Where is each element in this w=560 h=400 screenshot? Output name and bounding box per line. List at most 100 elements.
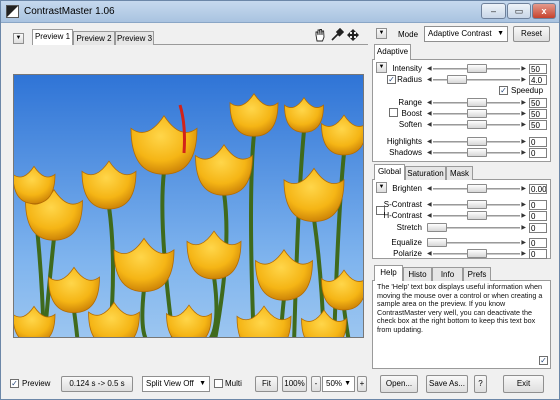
mode-menu-icon[interactable]: ▼ <box>376 28 387 39</box>
help-button[interactable]: ? <box>474 375 487 393</box>
chevron-left-icon[interactable]: ◀ <box>427 184 432 194</box>
chevron-left-icon[interactable]: ◀ <box>427 249 432 259</box>
tab-preview-2[interactable]: Preview 2 <box>73 31 115 45</box>
zoom-100-button[interactable]: 100% <box>282 376 307 392</box>
slider-polarize[interactable]: ◀ ▶ <box>427 249 526 259</box>
minimize-button[interactable]: – <box>481 3 506 19</box>
slider-intensity[interactable]: ◀ ▶ <box>427 64 526 74</box>
chevron-right-icon[interactable]: ▶ <box>521 120 526 130</box>
slider-highlights-thumb[interactable] <box>466 137 487 146</box>
chevron-left-icon[interactable]: ◀ <box>427 137 432 147</box>
slider-brighten-thumb[interactable] <box>466 184 487 193</box>
chevron-right-icon[interactable]: ▶ <box>521 98 526 108</box>
chevron-left-icon[interactable]: ◀ <box>427 64 432 74</box>
slider-stretch-thumb[interactable] <box>427 223 448 232</box>
slider-intensity-thumb[interactable] <box>466 64 487 73</box>
slider-stretch[interactable]: ◀▶ <box>427 223 526 233</box>
move-icon[interactable] <box>346 28 360 42</box>
window-title: ContrastMaster 1.06 <box>24 6 115 17</box>
slider-equalize[interactable]: ◀▶ <box>427 238 526 248</box>
chevron-left-icon[interactable]: ◀ <box>427 75 432 85</box>
chevron-right-icon[interactable]: ▶ <box>521 223 526 233</box>
slider-boost[interactable]: ◀ ▶ <box>427 109 526 119</box>
slider-brighten[interactable]: ◀ ▶ <box>427 184 526 194</box>
value-h-contrast[interactable]: 0 <box>529 211 547 221</box>
split-view-select[interactable]: Split View Off ▼ <box>142 376 210 392</box>
slider-equalize-thumb[interactable] <box>427 238 448 247</box>
close-button[interactable]: x <box>532 3 556 19</box>
value-boost[interactable]: 50 <box>529 109 547 119</box>
zoom-in-button[interactable]: + <box>357 376 367 392</box>
value-s-contrast[interactable]: 0 <box>529 200 547 210</box>
chevron-left-icon[interactable]: ◀ <box>427 98 432 108</box>
value-soften[interactable]: 50 <box>529 120 547 130</box>
tab-info[interactable]: Info <box>432 267 463 281</box>
slider-range[interactable]: ◀ ▶ <box>427 98 526 108</box>
slider-radius[interactable]: ◀ ▶ <box>427 75 526 85</box>
hand-icon[interactable] <box>313 28 327 42</box>
chevron-right-icon[interactable]: ▶ <box>521 148 526 158</box>
slider-shadows-thumb[interactable] <box>466 148 487 157</box>
slider-range-thumb[interactable] <box>466 98 487 107</box>
chevron-left-icon[interactable]: ◀ <box>427 148 432 158</box>
zoom-out-button[interactable]: - <box>311 376 321 392</box>
slider-polarize-thumb[interactable] <box>466 249 487 258</box>
value-radius[interactable]: 4.0 <box>529 75 547 85</box>
slider-boost-thumb[interactable] <box>466 109 487 118</box>
tab-saturation[interactable]: Saturation <box>405 166 446 180</box>
slider-highlights[interactable]: ◀ ▶ <box>427 137 526 147</box>
chevron-right-icon[interactable]: ▶ <box>521 75 526 85</box>
preview-menu-icon[interactable]: ▼ <box>13 33 24 44</box>
mode-select[interactable]: Adaptive Contrast ▼ <box>424 26 508 42</box>
tab-preview-1[interactable]: Preview 1 <box>32 29 73 45</box>
chevron-right-icon[interactable]: ▶ <box>521 137 526 147</box>
save-as-button[interactable]: Save As... <box>426 375 468 393</box>
tab-preview-3[interactable]: Preview 3 <box>115 31 154 45</box>
chevron-right-icon[interactable]: ▶ <box>521 200 526 210</box>
slider-s-contrast-thumb[interactable] <box>466 200 487 209</box>
value-shadows[interactable]: 0 <box>529 148 547 158</box>
chevron-right-icon[interactable]: ▶ <box>521 211 526 221</box>
chevron-left-icon[interactable]: ◀ <box>427 211 432 221</box>
tab-histo[interactable]: Histo <box>403 267 432 281</box>
value-highlights[interactable]: 0 <box>529 137 547 147</box>
speedup-checkbox[interactable]: ✓ <box>499 86 508 95</box>
reset-button[interactable]: Reset <box>513 26 550 42</box>
slider-radius-thumb[interactable] <box>447 75 468 84</box>
tab-global[interactable]: Global <box>374 164 405 180</box>
preview-checkbox[interactable]: ✓ <box>10 379 19 388</box>
fit-button[interactable]: Fit <box>255 376 278 392</box>
exit-button[interactable]: Exit <box>503 375 544 393</box>
slider-h-contrast-thumb[interactable] <box>466 211 487 220</box>
chevron-left-icon[interactable]: ◀ <box>427 109 432 119</box>
chevron-left-icon[interactable]: ◀ <box>427 200 432 210</box>
preview-image[interactable] <box>13 74 364 338</box>
tab-prefs[interactable]: Prefs <box>463 267 491 281</box>
chevron-left-icon[interactable]: ◀ <box>427 120 432 130</box>
multi-checkbox[interactable] <box>214 379 223 388</box>
tab-help[interactable]: Help <box>374 265 403 281</box>
slider-s-contrast[interactable]: ◀ ▶ <box>427 200 526 210</box>
value-brighten[interactable]: 0.00 <box>529 184 547 194</box>
value-intensity[interactable]: 50 <box>529 64 547 74</box>
eyedropper-icon[interactable] <box>330 27 345 42</box>
slider-h-contrast[interactable]: ◀ ▶ <box>427 211 526 221</box>
tab-mask[interactable]: Mask <box>446 166 473 180</box>
value-range[interactable]: 50 <box>529 98 547 108</box>
tab-adaptive[interactable]: Adaptive <box>374 44 411 60</box>
value-equalize[interactable]: 0 <box>529 238 547 248</box>
zoom-select[interactable]: 50% ▼ <box>322 376 355 392</box>
open-button[interactable]: Open... <box>380 375 418 393</box>
help-update-checkbox[interactable]: ✓ <box>539 356 548 365</box>
slider-shadows[interactable]: ◀ ▶ <box>427 148 526 158</box>
slider-soften[interactable]: ◀ ▶ <box>427 120 526 130</box>
restore-button[interactable]: ▭ <box>507 3 531 19</box>
chevron-right-icon[interactable]: ▶ <box>521 238 526 248</box>
value-stretch[interactable]: 0 <box>529 223 547 233</box>
chevron-right-icon[interactable]: ▶ <box>521 109 526 119</box>
value-polarize[interactable]: 0 <box>529 249 547 259</box>
slider-soften-thumb[interactable] <box>466 120 487 129</box>
chevron-right-icon[interactable]: ▶ <box>521 64 526 74</box>
chevron-right-icon[interactable]: ▶ <box>521 249 526 259</box>
chevron-right-icon[interactable]: ▶ <box>521 184 526 194</box>
